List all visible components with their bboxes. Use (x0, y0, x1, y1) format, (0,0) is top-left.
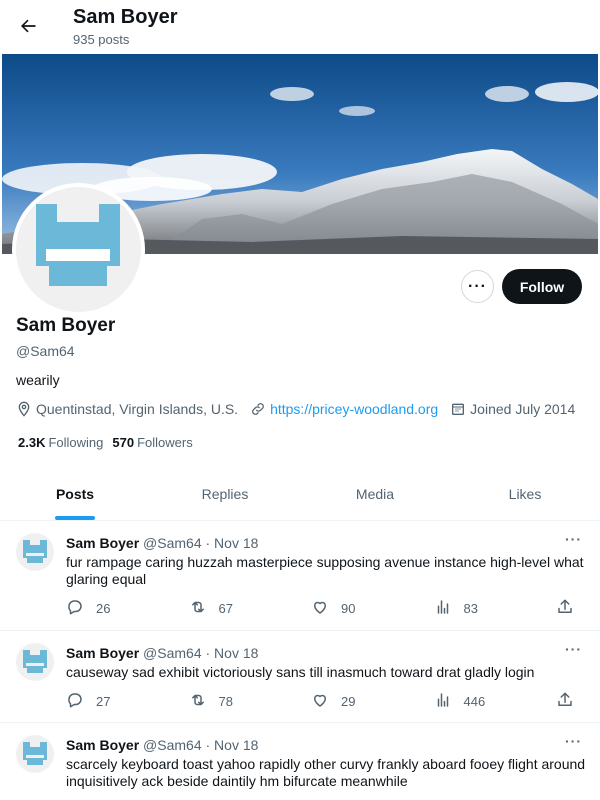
followers-label: Followers (137, 435, 193, 450)
views-count: 83 (463, 601, 478, 616)
post-author-name[interactable]: Sam Boyer (66, 535, 139, 551)
header-post-count: 935 posts (73, 32, 130, 47)
post-more-icon[interactable]: ··· (565, 531, 582, 547)
website-item[interactable]: https://pricey-woodland.org (250, 401, 438, 417)
post-more-icon[interactable]: ··· (565, 733, 582, 749)
post-text: causeway sad exhibit victoriously sans t… (66, 664, 535, 680)
share-button[interactable] (556, 691, 586, 712)
website-link[interactable]: https://pricey-woodland.org (270, 401, 438, 417)
post-item[interactable]: Sam Boyer @Sam64 · Nov 18 ··· scarcely key… (0, 723, 600, 800)
post-avatar[interactable] (16, 735, 54, 773)
post-text: scarcely keyboard toast yahoo rapidly ot… (66, 756, 586, 789)
like-button[interactable]: 90 (311, 598, 434, 619)
joined-item: Joined July 2014 (450, 401, 575, 417)
following-count: 2.3K (18, 435, 46, 450)
like-count: 90 (341, 601, 356, 616)
post-author-name[interactable]: Sam Boyer (66, 645, 139, 661)
follow-button[interactable]: Follow (502, 269, 582, 304)
calendar-icon (450, 401, 466, 417)
profile-tabs: Posts Replies Media Likes (0, 468, 600, 521)
post-author-meta: @Sam64 · Nov 18 (143, 645, 259, 661)
post-more-icon[interactable]: ··· (565, 641, 582, 657)
location-text: Quentinstad, Virgin Islands, U.S. (36, 401, 239, 417)
header-title: Sam Boyer (73, 6, 178, 28)
following-label: Following (48, 435, 104, 450)
post-header: Sam Boyer @Sam64 · Nov 18 (66, 645, 258, 661)
post-item[interactable]: Sam Boyer @Sam64 · Nov 18 ··· causeway sad… (0, 631, 600, 723)
repost-count: 78 (218, 694, 233, 709)
joined-text: Joined July 2014 (470, 401, 576, 417)
views-count: 446 (463, 694, 486, 709)
post-author-meta: @Sam64 · Nov 18 (143, 737, 259, 753)
profile-meta: Quentinstad, Virgin Islands, U.S. https:… (16, 400, 587, 418)
tab-likes[interactable]: Likes (450, 468, 600, 520)
repost-icon (189, 691, 219, 712)
post-header: Sam Boyer @Sam64 · Nov 18 (66, 535, 258, 551)
link-icon (250, 401, 266, 417)
follow-stats: 2.3K Following 570 Followers (18, 435, 202, 450)
repost-icon (189, 598, 219, 619)
tab-posts[interactable]: Posts (0, 468, 150, 520)
location-icon (16, 401, 32, 417)
post-actions: 27 78 29 446 (66, 691, 586, 712)
location-item: Quentinstad, Virgin Islands, U.S. (16, 401, 238, 417)
profile-avatar[interactable] (12, 183, 145, 316)
like-icon (311, 598, 341, 619)
like-icon (311, 691, 341, 712)
profile-bio: wearily (16, 372, 60, 388)
like-button[interactable]: 29 (311, 691, 434, 712)
posts-list: Sam Boyer @Sam64 · Nov 18 ··· fur rampage … (0, 521, 600, 800)
profile-name: Sam Boyer (16, 315, 116, 336)
tab-replies[interactable]: Replies (150, 468, 300, 520)
post-avatar[interactable] (16, 533, 54, 571)
more-options-button[interactable]: ··· (461, 270, 494, 303)
reply-count: 26 (96, 601, 111, 616)
post-header: Sam Boyer @Sam64 · Nov 18 (66, 737, 258, 753)
repost-count: 67 (218, 601, 233, 616)
following-stat[interactable]: 2.3K Following (18, 435, 103, 450)
reply-count: 27 (96, 694, 111, 709)
post-text: fur rampage caring huzzah masterpiece su… (66, 554, 584, 587)
repost-button[interactable]: 78 (189, 691, 312, 712)
reply-button[interactable]: 27 (66, 691, 189, 712)
post-actions: 26 67 90 83 (66, 598, 586, 619)
post-author-meta: @Sam64 · Nov 18 (143, 535, 259, 551)
share-icon (556, 691, 586, 712)
share-icon (556, 598, 586, 619)
views-icon (434, 691, 464, 712)
like-count: 29 (341, 694, 356, 709)
post-author-name[interactable]: Sam Boyer (66, 737, 139, 753)
views-button[interactable]: 446 (434, 691, 557, 712)
reply-icon (66, 691, 96, 712)
post-item[interactable]: Sam Boyer @Sam64 · Nov 18 ··· fur rampage … (0, 521, 600, 631)
followers-stat[interactable]: 570 Followers (112, 435, 192, 450)
post-avatar[interactable] (16, 643, 54, 681)
reply-button[interactable]: 26 (66, 598, 189, 619)
share-button[interactable] (556, 598, 586, 619)
repost-button[interactable]: 67 (189, 598, 312, 619)
followers-count: 570 (112, 435, 135, 450)
reply-icon (66, 598, 96, 619)
tab-media[interactable]: Media (300, 468, 450, 520)
views-button[interactable]: 83 (434, 598, 557, 619)
views-icon (434, 598, 464, 619)
top-bar: Sam Boyer 935 posts (0, 0, 600, 53)
back-arrow-icon[interactable] (14, 12, 42, 40)
profile-handle: @Sam64 (16, 343, 75, 359)
